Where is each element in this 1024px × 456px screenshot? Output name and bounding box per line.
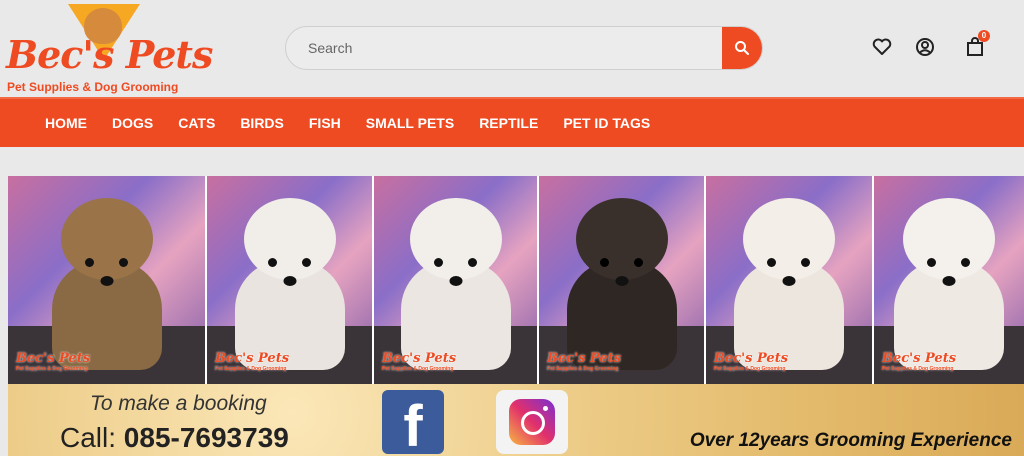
dog-photo-6: Bec's Pets Pet Supplies & Dog Grooming — [874, 176, 1024, 384]
nav-item-small-pets[interactable]: SMALL PETS — [366, 115, 454, 131]
call-label: Call: — [60, 422, 117, 453]
search-input[interactable] — [286, 27, 722, 69]
facebook-icon[interactable]: f — [382, 390, 444, 454]
nav-item-home[interactable]: HOME — [45, 115, 87, 131]
instagram-icon[interactable] — [496, 390, 568, 454]
nav-item-birds[interactable]: BIRDS — [240, 115, 284, 131]
cart-count-badge: 0 — [978, 30, 990, 42]
brand-tagline: Pet Supplies & Dog Grooming — [7, 80, 179, 94]
user-icon — [916, 38, 934, 56]
nav-item-reptile[interactable]: REPTILE — [479, 115, 538, 131]
dog-photo-4: Bec's Pets Pet Supplies & Dog Grooming — [539, 176, 706, 384]
experience-text: Over 12years Grooming Experience — [689, 430, 1012, 451]
photo-watermark: Bec's Pets Pet Supplies & Dog Grooming — [547, 351, 622, 372]
booking-strip: To make a booking Call: 085-7693739 f Ov… — [8, 384, 1024, 456]
dog-photo-strip: Bec's Pets Pet Supplies & Dog Grooming Be… — [8, 176, 1024, 384]
search-bar — [285, 26, 763, 70]
dog-photo-5: Bec's Pets Pet Supplies & Dog Grooming — [706, 176, 874, 384]
brand-name: Bec's Pets — [6, 32, 213, 77]
booking-text: To make a booking — [90, 392, 267, 415]
photo-watermark: Bec's Pets Pet Supplies & Dog Grooming — [882, 351, 957, 372]
search-icon — [735, 41, 749, 55]
dog-photo-1: Bec's Pets Pet Supplies & Dog Grooming — [8, 176, 207, 384]
site-header: Bec's Pets Pet Supplies & Dog Grooming 0 — [0, 0, 1024, 97]
brand-logo[interactable]: Bec's Pets Pet Supplies & Dog Grooming — [6, 2, 213, 94]
photo-watermark: Bec's Pets Pet Supplies & Dog Grooming — [16, 351, 91, 372]
nav-item-fish[interactable]: FISH — [309, 115, 341, 131]
photo-watermark: Bec's Pets Pet Supplies & Dog Grooming — [215, 351, 290, 372]
photo-watermark: Bec's Pets Pet Supplies & Dog Grooming — [382, 351, 457, 372]
photo-watermark: Bec's Pets Pet Supplies & Dog Grooming — [714, 351, 789, 372]
dog-photo-3: Bec's Pets Pet Supplies & Dog Grooming — [374, 176, 539, 384]
nav-item-dogs[interactable]: DOGS — [112, 115, 153, 131]
search-button[interactable] — [722, 27, 762, 69]
wishlist-button[interactable] — [871, 36, 893, 58]
grooming-banner[interactable]: Bec's Pets Pet Supplies & Dog Grooming Be… — [8, 176, 1024, 456]
call-text: Call: 085-7693739 — [60, 422, 289, 454]
nav-item-cats[interactable]: CATS — [178, 115, 215, 131]
main-nav: HOME DOGS CATS BIRDS FISH SMALL PETS REP… — [0, 97, 1024, 147]
phone-number[interactable]: 085-7693739 — [124, 422, 289, 453]
account-button[interactable] — [914, 36, 936, 58]
nav-item-pet-id-tags[interactable]: PET ID TAGS — [563, 115, 650, 131]
dog-photo-2: Bec's Pets Pet Supplies & Dog Grooming — [207, 176, 374, 384]
heart-icon — [872, 38, 892, 55]
